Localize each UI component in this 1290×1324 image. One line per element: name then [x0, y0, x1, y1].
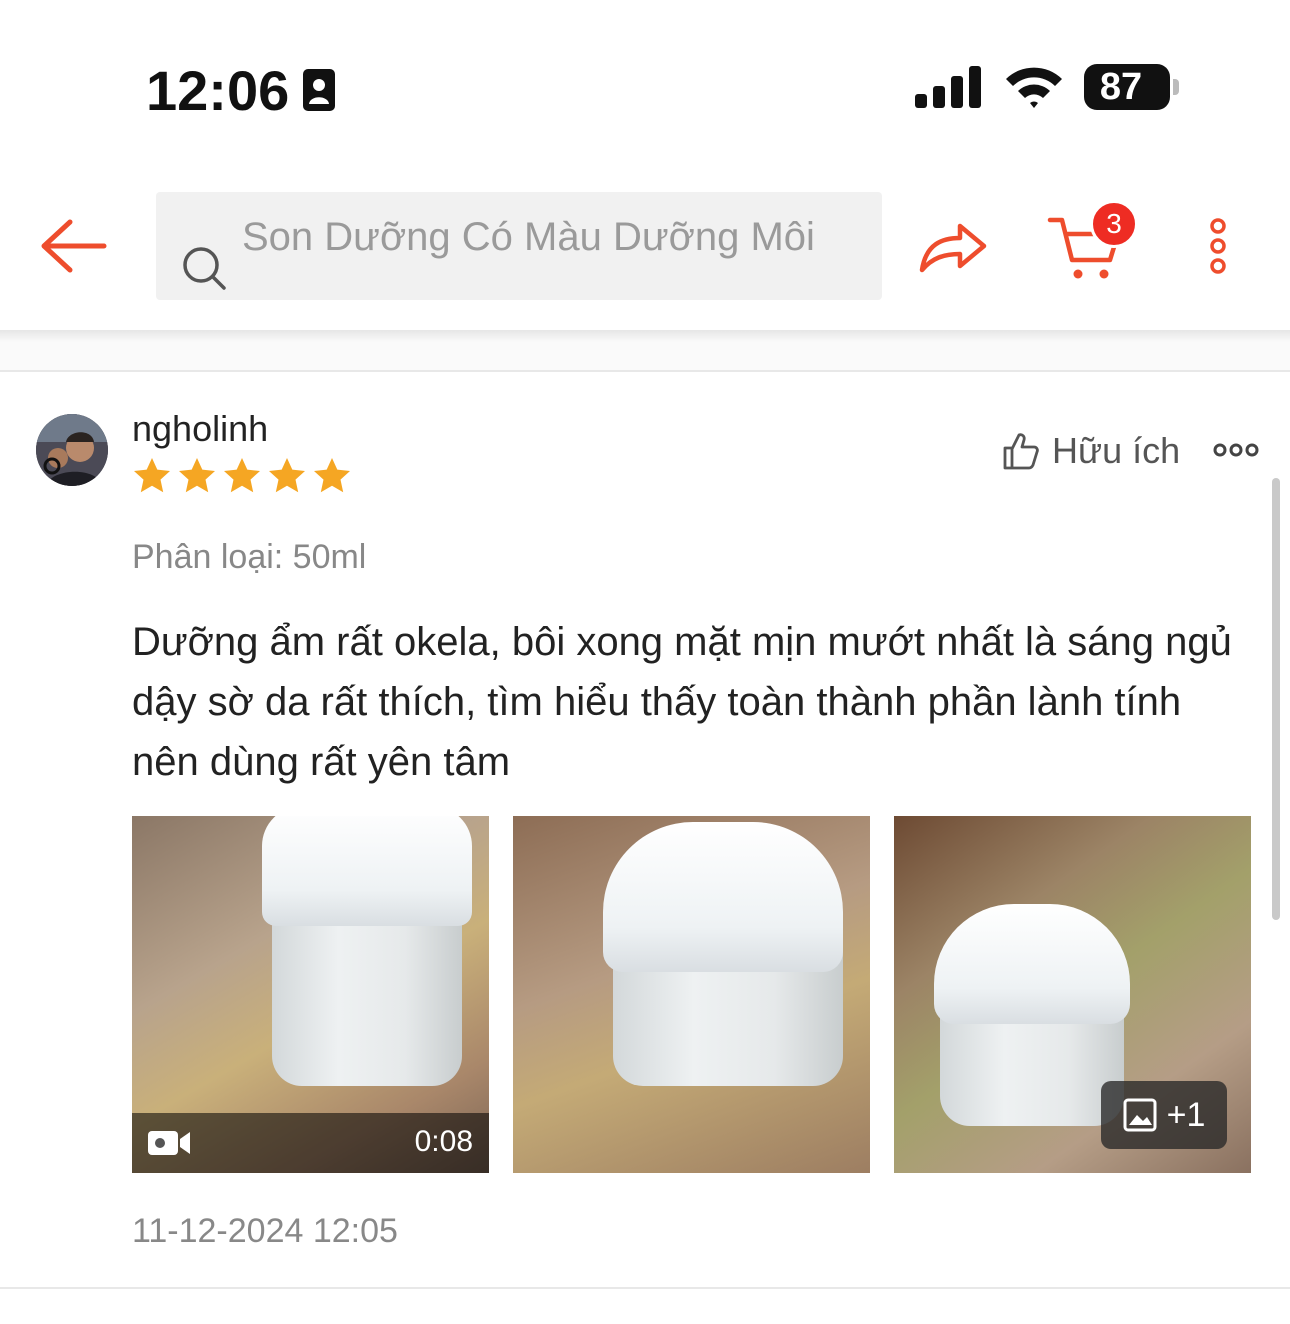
video-camera-icon	[148, 1131, 190, 1155]
star-icon	[179, 458, 215, 493]
star-icon	[314, 458, 350, 493]
helpful-label: Hữu ích	[1052, 430, 1181, 471]
scrollbar[interactable]	[1272, 478, 1280, 920]
thumbs-up-icon	[1003, 433, 1039, 470]
video-duration: 0:08	[414, 1125, 473, 1158]
more-vertical-icon[interactable]	[1200, 214, 1236, 278]
shadow-gradient	[0, 330, 1290, 342]
image-icon	[1123, 1098, 1157, 1132]
battery-level: 87	[1099, 66, 1143, 108]
search-box[interactable]: Son Dưỡng Có Màu Dưỡng Môi	[156, 192, 882, 300]
top-navigation-bar: Son Dưỡng Có Màu Dưỡng Môi 3	[0, 170, 1290, 330]
cart-count-badge: 3	[1090, 200, 1138, 248]
review-timestamp: 11-12-2024 12:05	[132, 1212, 398, 1250]
review-video-thumbnail[interactable]: 0:08	[132, 816, 489, 1173]
more-horizontal-icon[interactable]	[1212, 438, 1260, 462]
helpful-button[interactable]: Hữu ích	[1002, 428, 1180, 474]
rating-stars	[134, 458, 350, 493]
back-arrow-icon[interactable]	[36, 214, 110, 278]
star-icon	[134, 458, 170, 493]
reviewer-name[interactable]: ngholinh	[132, 408, 268, 450]
battery-tip	[1173, 79, 1179, 95]
jar-image	[242, 816, 489, 1116]
more-media-count: +1	[1166, 1095, 1206, 1134]
avatar-photo	[36, 414, 108, 486]
section-divider	[0, 370, 1290, 372]
review-photo-thumbnail[interactable]	[513, 816, 870, 1173]
cart-button[interactable]: 3	[1046, 200, 1146, 286]
product-variation: Phân loại: 50ml	[132, 538, 367, 576]
video-info-bar: 0:08	[132, 1113, 489, 1173]
section-divider	[0, 1287, 1290, 1289]
jar-lid	[603, 822, 843, 972]
reviewer-avatar[interactable]	[36, 414, 108, 486]
status-time: 12:06	[146, 59, 290, 122]
search-placeholder: Son Dưỡng Có Màu Dưỡng Môi	[242, 215, 815, 259]
wifi-icon	[1006, 67, 1062, 108]
jar-lid	[934, 904, 1130, 1024]
search-icon	[183, 247, 226, 290]
cellular-signal-icon	[915, 66, 981, 108]
header-shadow	[0, 330, 1290, 370]
status-bar: 12:06 87	[0, 0, 1290, 170]
battery-indicator: 87	[1084, 64, 1180, 110]
share-icon[interactable]	[916, 214, 990, 278]
review-photo-thumbnail[interactable]: +1	[894, 816, 1251, 1173]
star-icon	[224, 458, 260, 493]
jar-lid	[262, 816, 472, 926]
review-comment: Dưỡng ẩm rất okela, bôi xong mặt mịn mướ…	[132, 620, 1232, 784]
jar-image	[593, 816, 853, 1116]
star-icon	[269, 458, 305, 493]
id-card-icon	[303, 69, 335, 111]
more-media-badge[interactable]: +1	[1101, 1081, 1227, 1149]
